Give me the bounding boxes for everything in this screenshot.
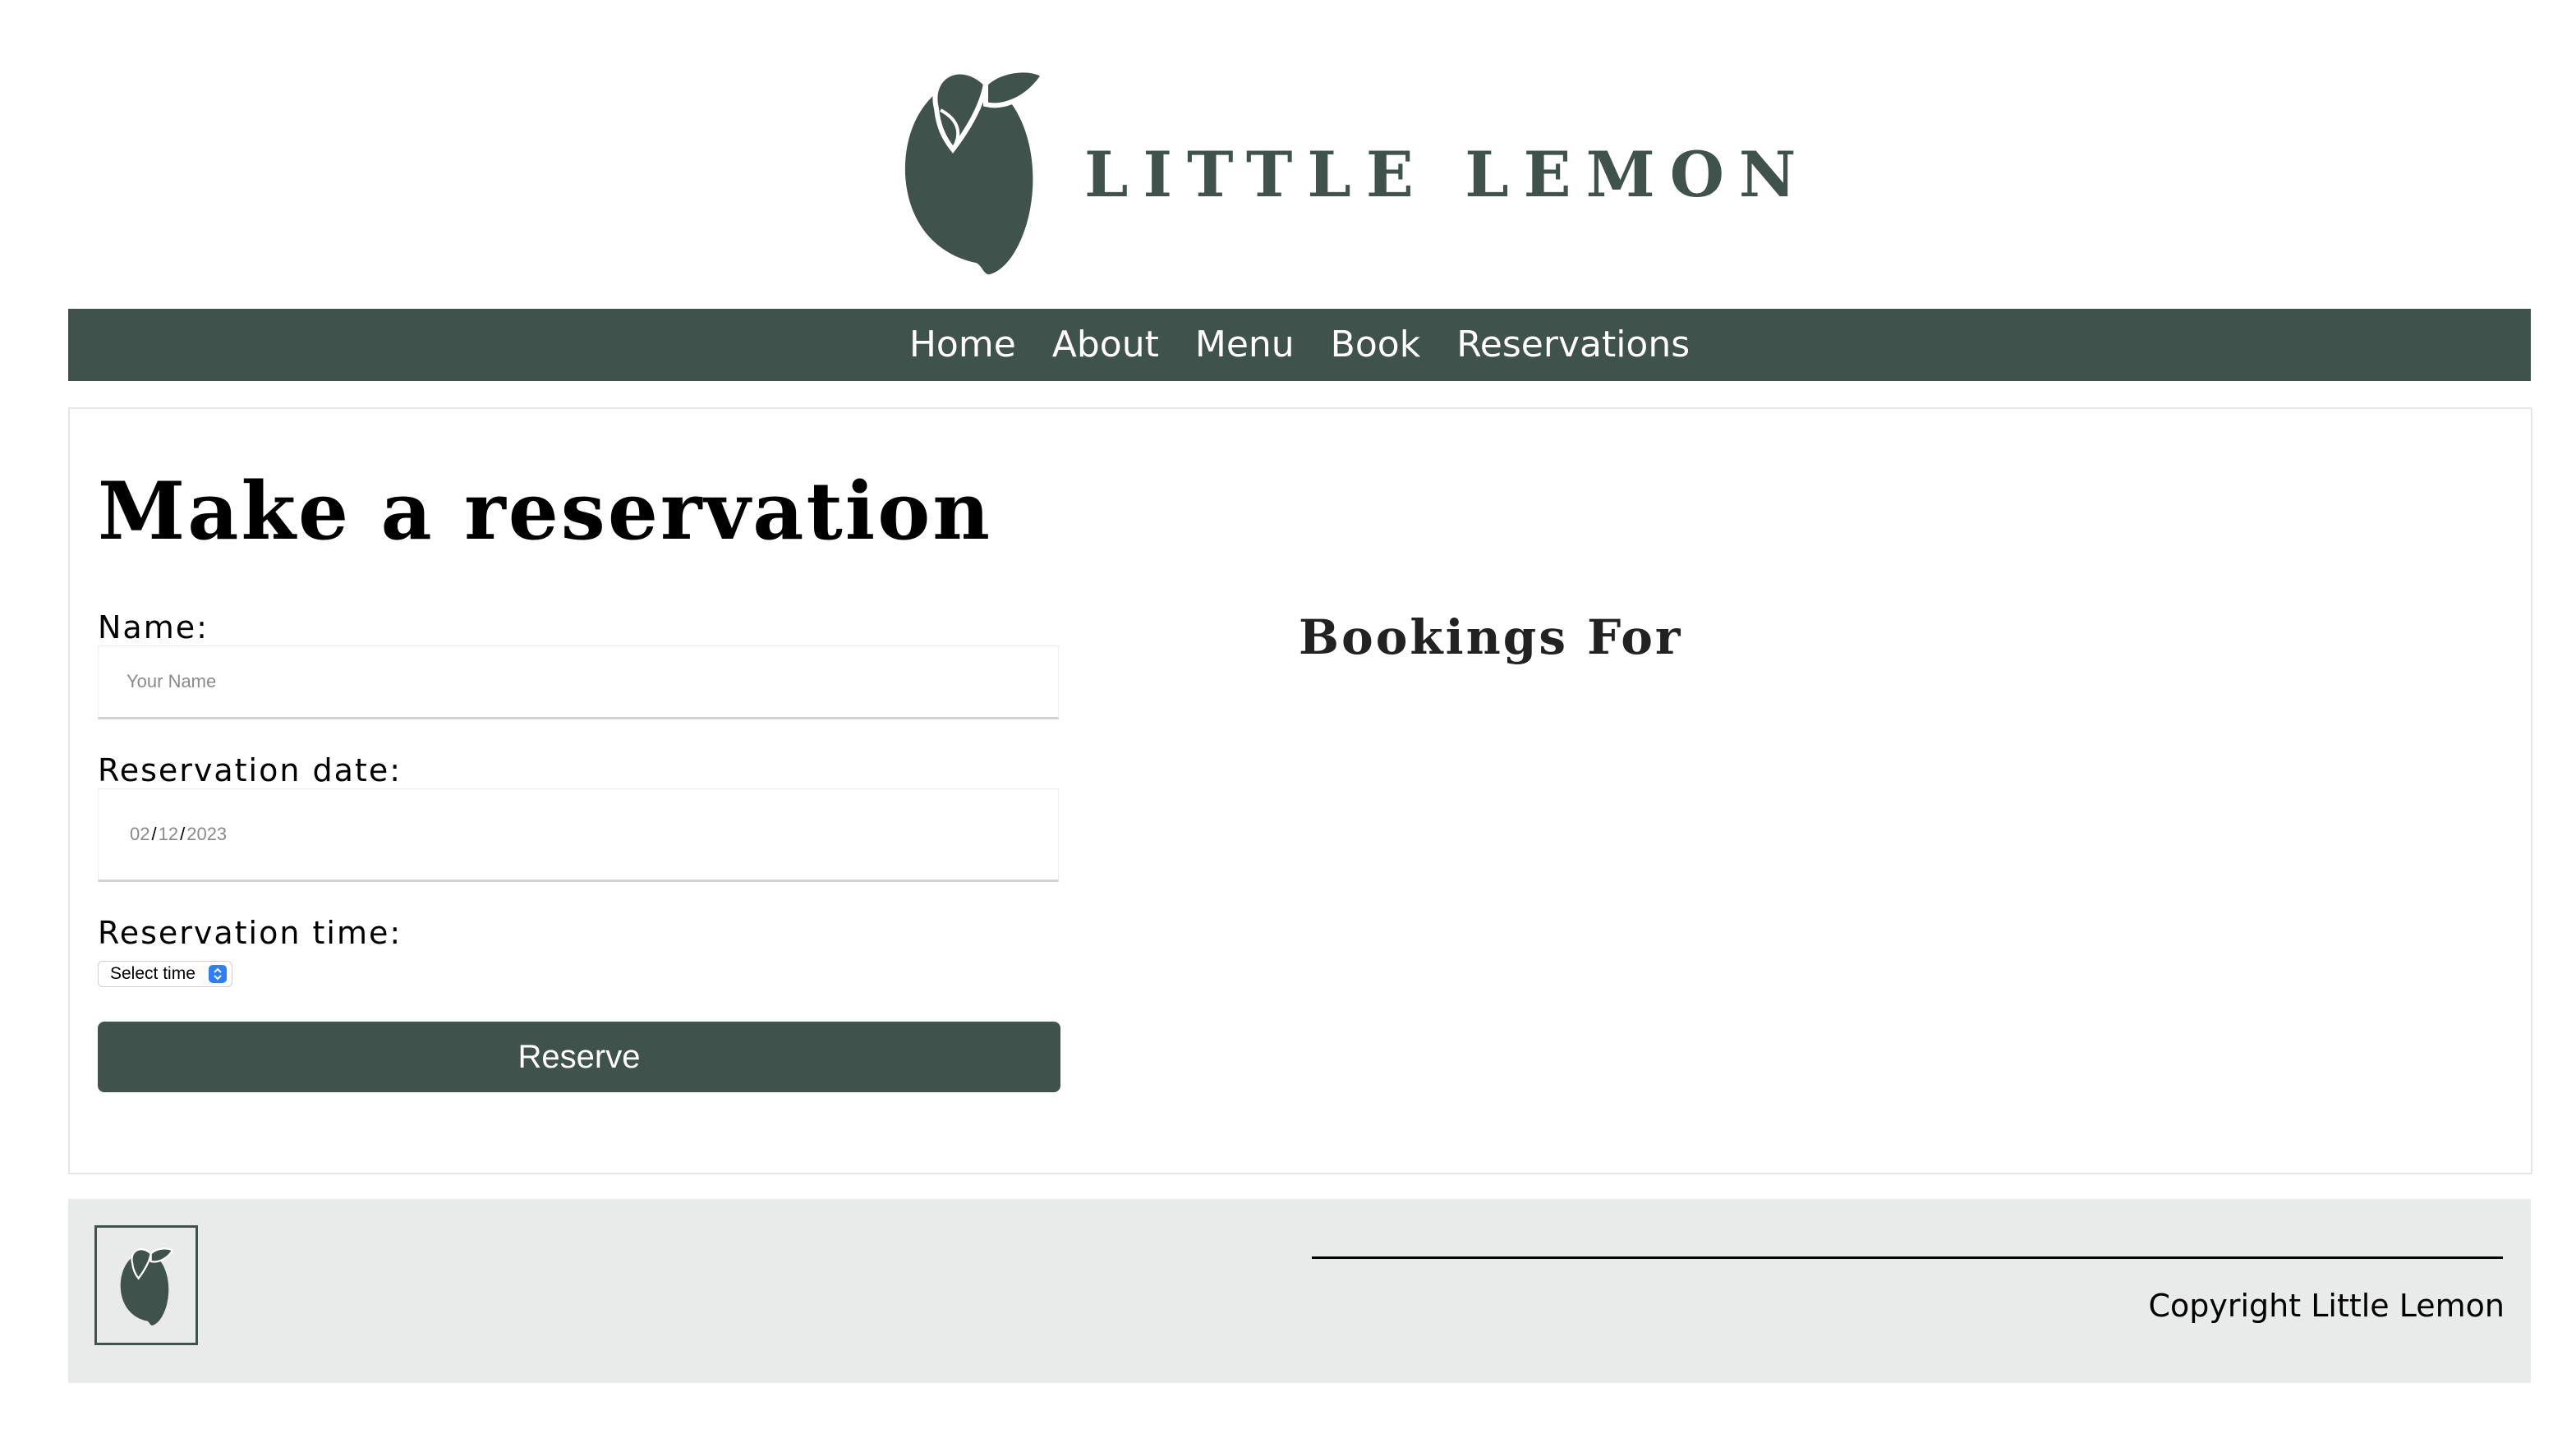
date-separator: / bbox=[151, 824, 157, 844]
copyright-text: Copyright Little Lemon bbox=[2148, 1288, 2505, 1324]
reservation-card: Make a reservation Name: Reservation dat… bbox=[68, 407, 2532, 1174]
date-value: 02 / 12 / 2023 bbox=[130, 789, 227, 880]
name-input[interactable] bbox=[99, 646, 1058, 717]
name-field bbox=[98, 645, 1059, 719]
nav-item-book[interactable]: Book bbox=[1331, 309, 1421, 381]
time-select[interactable]: Select time bbox=[98, 961, 232, 987]
date-day: 12 bbox=[158, 824, 179, 844]
name-label: Name: bbox=[98, 609, 209, 645]
chevron-updown-icon bbox=[208, 965, 227, 983]
footer-divider bbox=[1312, 1256, 2503, 1259]
page-title: Make a reservation bbox=[98, 465, 993, 558]
date-month: 02 bbox=[130, 824, 150, 844]
main-nav: Home About Menu Book Reservations bbox=[68, 309, 2531, 381]
date-separator: / bbox=[180, 824, 186, 844]
brand-name: LITTLE LEMON bbox=[1084, 138, 1811, 211]
nav-item-menu[interactable]: Menu bbox=[1195, 309, 1295, 381]
lemon-icon bbox=[904, 67, 1043, 275]
footer-logo bbox=[94, 1225, 198, 1345]
date-input[interactable]: 02 / 12 / 2023 bbox=[98, 788, 1059, 882]
date-year: 2023 bbox=[186, 824, 228, 844]
date-label: Reservation date: bbox=[98, 752, 402, 788]
time-label: Reservation time: bbox=[98, 915, 402, 951]
lemon-icon bbox=[120, 1247, 172, 1326]
brand-logo: LITTLE LEMON bbox=[904, 53, 1796, 283]
nav-item-about[interactable]: About bbox=[1052, 309, 1159, 381]
nav-item-home[interactable]: Home bbox=[909, 309, 1016, 381]
time-select-value: Select time bbox=[110, 964, 196, 983]
reserve-button[interactable]: Reserve bbox=[98, 1022, 1060, 1092]
nav-item-reservations[interactable]: Reservations bbox=[1456, 309, 1690, 381]
footer: Copyright Little Lemon bbox=[68, 1199, 2531, 1383]
bookings-title: Bookings For bbox=[1299, 609, 1683, 665]
